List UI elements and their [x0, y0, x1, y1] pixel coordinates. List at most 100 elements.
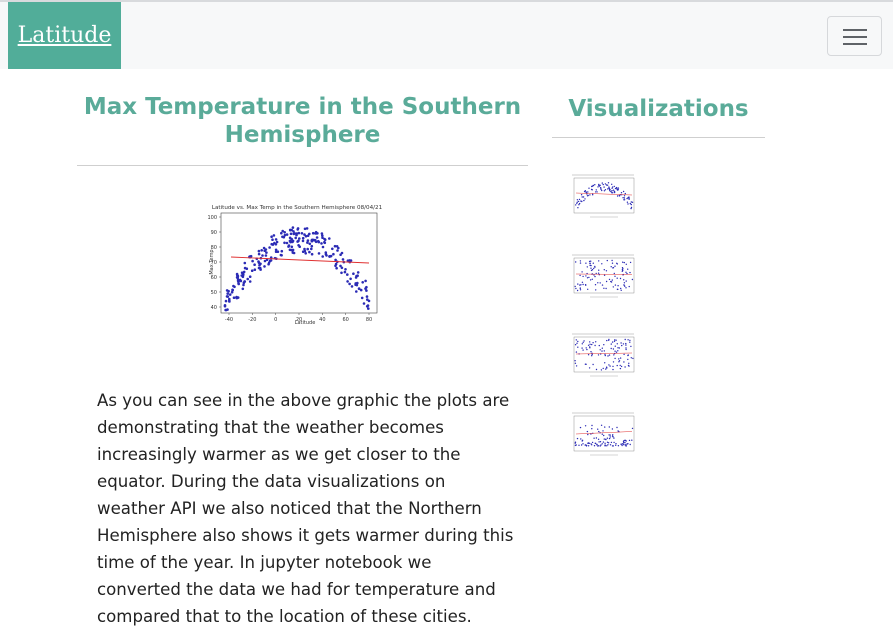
- thumb-point: [612, 267, 614, 269]
- data-point: [274, 250, 278, 253]
- data-point: [320, 232, 324, 235]
- thumb-point: [595, 442, 597, 445]
- thumb-point: [589, 347, 591, 349]
- data-point: [228, 299, 231, 302]
- y-tick-label: 90: [211, 230, 217, 236]
- thumb-point: [619, 357, 622, 359]
- thumb-point: [577, 207, 579, 209]
- thumb-point: [624, 442, 626, 444]
- thumb-point: [574, 360, 576, 362]
- visualization-thumbnail[interactable]: [566, 409, 638, 457]
- thumb-point: [628, 365, 630, 367]
- thumb-point: [596, 444, 598, 446]
- thumb-point: [589, 279, 592, 281]
- brand-link[interactable]: Latitude: [8, 2, 121, 69]
- thumb-point: [604, 354, 606, 357]
- hamburger-menu-icon[interactable]: [827, 16, 882, 56]
- thumb-point: [616, 277, 618, 279]
- thumb-point: [576, 342, 578, 344]
- thumb-point: [607, 188, 609, 190]
- thumb-point: [598, 430, 600, 433]
- data-point: [364, 287, 367, 290]
- thumb-point: [608, 186, 610, 188]
- thumb-point: [617, 445, 620, 447]
- thumb-point: [607, 182, 610, 184]
- data-point: [317, 240, 321, 244]
- x-tick-label: 0: [274, 317, 277, 323]
- thumb-point: [578, 202, 581, 205]
- thumb-point: [579, 284, 581, 286]
- thumb-point: [597, 438, 600, 440]
- thumb-point: [606, 339, 608, 342]
- thumb-point: [624, 338, 626, 341]
- thumb-point: [611, 186, 614, 188]
- thumb-point: [619, 277, 622, 280]
- data-point: [304, 252, 307, 255]
- menu-bar: [843, 43, 867, 45]
- data-point: [348, 282, 351, 286]
- visualization-thumbnail[interactable]: [566, 251, 638, 299]
- thumb-point: [592, 194, 594, 196]
- thumb-point: [614, 187, 617, 190]
- thumb-point: [587, 344, 590, 346]
- thumb-point: [620, 192, 623, 194]
- thumb-point: [628, 198, 630, 200]
- thumb-point: [584, 284, 587, 286]
- thumb-point: [582, 283, 584, 286]
- thumb-point: [603, 434, 605, 437]
- thumb-point: [582, 275, 584, 278]
- thumb-point: [586, 195, 589, 197]
- visualization-thumbnail[interactable]: [566, 330, 638, 378]
- data-point: [334, 258, 337, 262]
- thumb-point: [592, 342, 594, 344]
- data-point: [303, 227, 307, 231]
- thumb-point: [609, 434, 611, 436]
- thumb-point: [589, 264, 591, 267]
- thumb-point: [616, 364, 618, 367]
- thumb-point: [607, 442, 610, 444]
- thumb-point: [591, 185, 593, 188]
- data-point: [248, 275, 252, 278]
- thumb-point: [625, 271, 627, 273]
- x-tick-label: 40: [319, 317, 325, 323]
- thumb-point: [576, 437, 579, 440]
- data-point: [290, 245, 294, 249]
- thumb-point: [631, 278, 634, 281]
- thumb-point: [601, 443, 603, 445]
- thumb-point: [604, 444, 606, 446]
- x-tick-label: 20: [296, 317, 302, 323]
- data-point: [240, 274, 243, 277]
- thumb-point: [574, 362, 577, 364]
- thumb-point: [619, 367, 622, 370]
- data-point: [275, 240, 279, 244]
- thumb-point: [585, 275, 587, 277]
- data-point: [280, 231, 283, 235]
- thumb-point: [613, 185, 615, 188]
- data-point: [263, 259, 267, 263]
- thumb-point: [597, 272, 600, 274]
- y-tick-label: 80: [211, 245, 217, 251]
- thumb-point: [629, 271, 631, 274]
- y-tick-label: 50: [211, 290, 217, 296]
- thumb-point: [625, 347, 627, 349]
- thumb-point: [615, 444, 617, 446]
- visualization-thumbnail[interactable]: [566, 171, 638, 219]
- data-point: [270, 242, 273, 246]
- thumb-point: [612, 189, 615, 191]
- thumb-point: [582, 341, 584, 343]
- thumb-point: [630, 207, 632, 210]
- thumb-point: [613, 354, 615, 356]
- data-point: [224, 299, 228, 303]
- thumb-point: [618, 358, 620, 360]
- thumb-point: [608, 187, 610, 189]
- thumb-point: [609, 190, 611, 192]
- data-point: [268, 246, 271, 249]
- thumb-point: [588, 276, 590, 279]
- data-point: [320, 242, 323, 245]
- thumb-point: [595, 289, 597, 291]
- data-point: [259, 262, 262, 266]
- thumb-point: [612, 286, 614, 288]
- thumb-point: [629, 202, 631, 205]
- data-point: [232, 284, 235, 288]
- data-point: [248, 280, 252, 283]
